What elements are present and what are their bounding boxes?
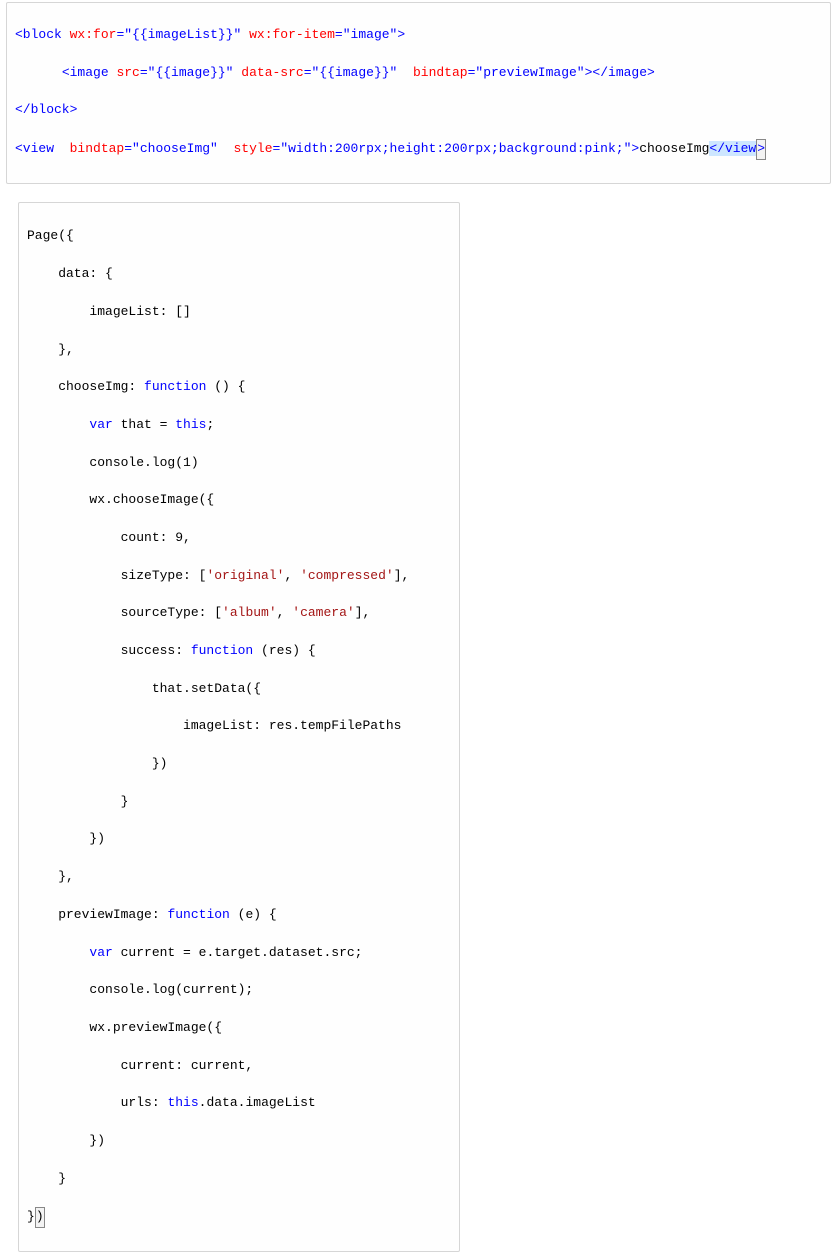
attr-name: data-src bbox=[241, 65, 303, 80]
code-line: data: { bbox=[19, 265, 459, 284]
keyword: function bbox=[144, 379, 206, 394]
code-line: <block wx:for="{{imageList}}" wx:for-ite… bbox=[7, 26, 830, 45]
keyword: this bbox=[175, 417, 206, 432]
string-literal: 'compressed' bbox=[300, 568, 394, 583]
code-line: sourceType: ['album', 'camera'], bbox=[19, 604, 459, 623]
string-literal: 'album' bbox=[222, 605, 277, 620]
code-line: previewImage: function (e) { bbox=[19, 906, 459, 925]
element-text: chooseImg bbox=[639, 141, 709, 156]
attr-value: "{{image}}" bbox=[312, 65, 398, 80]
code-line: <view bindtap="chooseImg" style="width:2… bbox=[7, 139, 830, 160]
wxml-code-block: <block wx:for="{{imageList}}" wx:for-ite… bbox=[6, 2, 831, 184]
js-code-block: Page({ data: { imageList: [] }, chooseIm… bbox=[18, 202, 460, 1252]
tag-open: <view bbox=[15, 141, 54, 156]
code-line: chooseImg: function () { bbox=[19, 378, 459, 397]
string-literal: 'camera' bbox=[292, 605, 354, 620]
code-line: }, bbox=[19, 868, 459, 887]
code-line: } bbox=[19, 1170, 459, 1189]
cursor-caret: ) bbox=[35, 1207, 45, 1228]
attr-name: style bbox=[233, 141, 272, 156]
attr-value: "{{imageList}}" bbox=[124, 27, 241, 42]
code-line: </block> bbox=[7, 101, 830, 120]
tag-close: </block> bbox=[15, 102, 77, 117]
code-line: Page({ bbox=[19, 227, 459, 246]
tag-close: > bbox=[397, 27, 405, 42]
code-line: imageList: [] bbox=[19, 303, 459, 322]
attr-name: wx:for bbox=[70, 27, 117, 42]
code-line: }) bbox=[19, 1207, 459, 1228]
code-line: wx.previewImage({ bbox=[19, 1019, 459, 1038]
code-line: that.setData({ bbox=[19, 680, 459, 699]
keyword: function bbox=[167, 907, 229, 922]
code-line: }) bbox=[19, 830, 459, 849]
attr-value: "chooseImg" bbox=[132, 141, 218, 156]
code-line: }) bbox=[19, 1132, 459, 1151]
code-line: imageList: res.tempFilePaths bbox=[19, 717, 459, 736]
attr-name: bindtap bbox=[70, 141, 125, 156]
tag-close: ></image> bbox=[585, 65, 655, 80]
code-line: wx.chooseImage({ bbox=[19, 491, 459, 510]
code-line: sizeType: ['original', 'compressed'], bbox=[19, 567, 459, 586]
attr-name: bindtap bbox=[413, 65, 468, 80]
attr-value: "{{image}}" bbox=[148, 65, 234, 80]
code-line: }, bbox=[19, 341, 459, 360]
keyword: this bbox=[167, 1095, 198, 1110]
code-line: var that = this; bbox=[19, 416, 459, 435]
code-line: <image src="{{image}}" data-src="{{image… bbox=[7, 64, 830, 83]
keyword: var bbox=[89, 417, 112, 432]
code-line: urls: this.data.imageList bbox=[19, 1094, 459, 1113]
code-line: }) bbox=[19, 755, 459, 774]
keyword: var bbox=[89, 945, 112, 960]
keyword: function bbox=[191, 643, 253, 658]
tag-open: <image bbox=[62, 65, 109, 80]
selection-highlight: </view bbox=[709, 141, 756, 156]
code-line: console.log(1) bbox=[19, 454, 459, 473]
attr-name: src bbox=[116, 65, 139, 80]
tag-open: <block bbox=[15, 27, 62, 42]
attr-value: "previewImage" bbox=[475, 65, 584, 80]
code-line: current: current, bbox=[19, 1057, 459, 1076]
attr-name: wx:for-item bbox=[249, 27, 335, 42]
cursor-caret: > bbox=[756, 139, 766, 160]
attr-value: "width:200rpx;height:200rpx;background:p… bbox=[280, 141, 631, 156]
code-line: } bbox=[19, 793, 459, 812]
code-line: console.log(current); bbox=[19, 981, 459, 1000]
code-line: count: 9, bbox=[19, 529, 459, 548]
code-line: var current = e.target.dataset.src; bbox=[19, 944, 459, 963]
string-literal: 'original' bbox=[206, 568, 284, 583]
attr-value: "image" bbox=[343, 27, 398, 42]
code-line: success: function (res) { bbox=[19, 642, 459, 661]
